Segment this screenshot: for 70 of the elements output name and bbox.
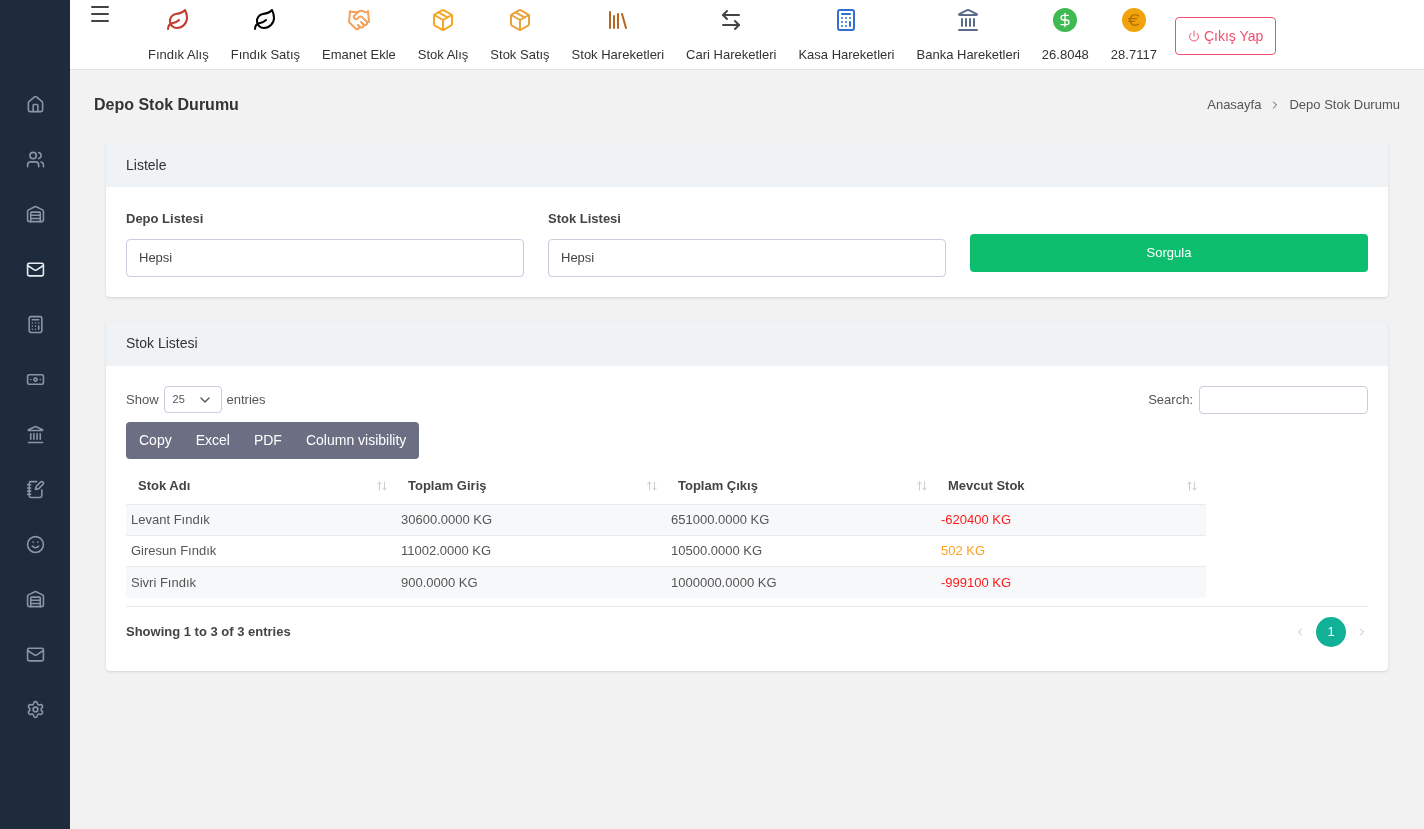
table-info: Showing 1 to 3 of 3 entries (126, 622, 291, 641)
settings-icon[interactable] (25, 700, 45, 719)
table-cell: 651000.0000 KG (666, 504, 936, 536)
support-icon[interactable] (25, 535, 45, 554)
sort-icon (1186, 479, 1198, 492)
column-header[interactable]: Toplam Çıkış (666, 466, 936, 505)
box-icon (508, 8, 532, 32)
table-cell: 10500.0000 KG (666, 535, 936, 567)
select-field[interactable]: Hepsi (548, 238, 946, 277)
nav-link[interactable]: Fındık Satış (230, 8, 301, 65)
export-button[interactable]: Copy (127, 429, 184, 451)
dollar-icon (1053, 8, 1078, 32)
logout-button[interactable]: Çıkış Yap (1174, 17, 1277, 55)
column-header[interactable]: Mevcut Stok (936, 466, 1206, 505)
table-cell: Levant Fındık (126, 504, 396, 536)
mail-icon[interactable] (25, 645, 45, 664)
sort-icon (646, 479, 658, 492)
search-label: Search: (1148, 390, 1193, 409)
leaf-icon (166, 8, 191, 32)
nav-link[interactable]: Banka Hareketleri (916, 8, 1020, 65)
nav-link[interactable]: Stok Alış (417, 8, 469, 65)
table-cell: Giresun Fındık (126, 535, 396, 567)
table-cell: -620400 KG (936, 504, 1206, 536)
table-cell: 1000000.0000 KG (666, 566, 936, 598)
field-label: Depo Listesi (126, 210, 205, 228)
table-cell: -999100 KG (936, 566, 1206, 598)
nav-link[interactable]: 26.8048 (1041, 8, 1089, 65)
mail-icon[interactable] (25, 260, 45, 279)
select-field[interactable]: Hepsi (126, 238, 524, 277)
field-label: Stok Listesi (548, 210, 622, 228)
export-button[interactable]: Excel (183, 429, 242, 451)
leaf-icon (253, 8, 278, 32)
table-cell: Sivri Fındık (126, 566, 396, 598)
nav-link[interactable]: Fındık Alış (148, 8, 209, 65)
sort-icon (376, 479, 388, 492)
table-cell: 900.0000 KG (396, 566, 666, 598)
breadcrumb-item: Depo Stok Durumu (1289, 96, 1400, 115)
nav-link[interactable]: Cari Hareketleri (686, 8, 777, 65)
notebook-icon[interactable] (25, 480, 45, 499)
warehouse-icon[interactable] (25, 590, 45, 609)
card-title: Stok Listesi (126, 334, 198, 353)
euro-icon (1121, 8, 1146, 32)
table-cell: 502 KG (936, 535, 1206, 567)
export-button[interactable]: Column visibility (293, 429, 419, 451)
breadcrumb-item[interactable]: Anasayfa (1207, 95, 1262, 115)
nav-link[interactable]: 28.7117 (1110, 8, 1157, 65)
table-cell: 11002.0000 KG (396, 535, 666, 567)
users-icon[interactable] (25, 150, 45, 169)
bank-icon (956, 8, 981, 32)
show-label: Show (126, 390, 159, 409)
nav-link[interactable]: Stok Hareketleri (571, 8, 665, 65)
page-title: Depo Stok Durumu (94, 95, 239, 115)
sort-icon (916, 479, 928, 492)
export-button[interactable]: PDF (241, 429, 294, 451)
column-header[interactable]: Toplam Giriş (396, 466, 666, 505)
nav-link[interactable]: Kasa Hareketleri (798, 8, 895, 65)
home-icon[interactable] (25, 95, 45, 114)
warehouse-icon[interactable] (25, 205, 45, 224)
card-title: Listele (126, 155, 167, 175)
entries-label: entries (226, 390, 266, 409)
nav-link[interactable]: Emanet Ekle (322, 8, 396, 65)
search-field[interactable] (1199, 385, 1368, 414)
page-size-select[interactable]: 25 (163, 386, 222, 413)
handshake-icon (346, 8, 371, 32)
nav-link[interactable]: Stok Satış (490, 8, 550, 65)
bank-icon[interactable] (25, 425, 45, 444)
calculator-icon[interactable] (25, 315, 45, 334)
column-header[interactable]: Stok Adı (126, 466, 396, 505)
power-icon (1187, 30, 1200, 42)
table-cell: 30600.0000 KG (396, 504, 666, 536)
